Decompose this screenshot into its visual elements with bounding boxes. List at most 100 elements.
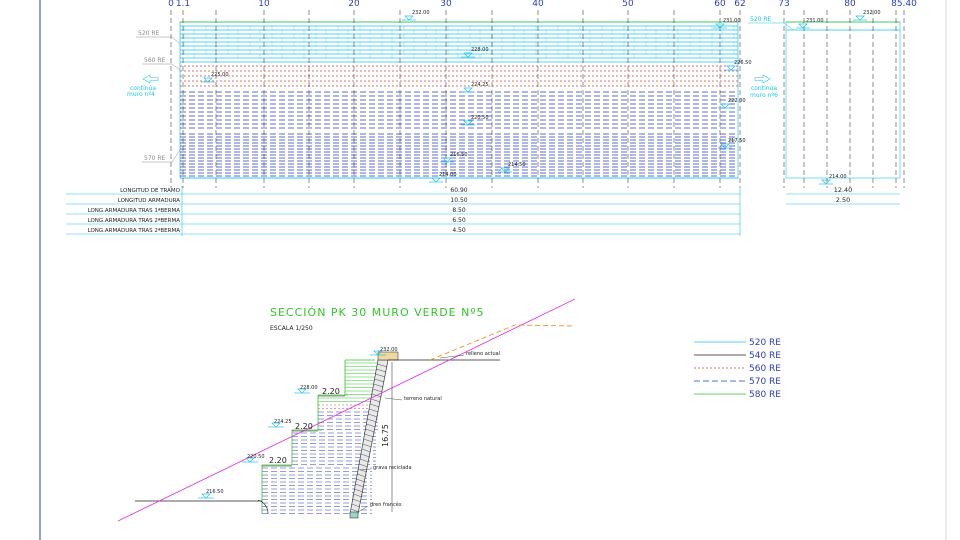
table-row-right-value: 2.50 (836, 196, 850, 204)
table-row-value: 10.50 (450, 197, 467, 204)
section-scale: ESCALA 1/250 (270, 325, 313, 332)
section-level-220: 220.50 (247, 454, 265, 460)
level-triangle-icon (442, 157, 452, 163)
level-label-l226_5: 226.50 (734, 60, 752, 66)
level-label-l220_5: 220.50 (471, 115, 489, 121)
station-label: 40 (532, 0, 544, 9)
station-label: 30 (440, 0, 452, 9)
table-row-label: LONG.ARMADURA TRAS 1ªBERMA (88, 207, 181, 214)
section-drawing (117, 298, 576, 522)
section-title: SECCIÓN PK 30 MURO VERDE Nº5 (270, 306, 485, 319)
section-level-216: 216.50 (206, 489, 224, 495)
level-triangle-icon (404, 15, 414, 21)
level-label-l214_5: 214.50 (508, 162, 526, 168)
station-label: 10 (258, 0, 270, 9)
line-legend: 520 RE 540 RE 560 RE 570 RE 580 RE (694, 338, 781, 400)
label-leader (384, 397, 403, 401)
elevation-layers (179, 21, 901, 179)
section-level-228: 228.00 (300, 385, 318, 391)
station-label: 85.40 (891, 0, 917, 9)
level-triangle-icon (798, 23, 808, 29)
level-label-l224_25: 224.25 (471, 82, 489, 88)
level-triangle-icon (855, 15, 865, 21)
level-triangle-icon (203, 77, 213, 83)
legend-label: 560 RE (749, 364, 781, 374)
level-triangle-icon (463, 120, 473, 126)
continua-right-line1: continúa (751, 85, 777, 92)
label-relleno-actual: relleno actual (466, 351, 500, 357)
level-label-l228: 228.00 (471, 47, 489, 53)
layer-label-520-text: 520 RE (138, 30, 160, 37)
level-label-l216_5: 216.50 (450, 152, 468, 158)
top-fill (377, 351, 399, 361)
level-label-l217_5: 217.50 (728, 138, 746, 144)
station-label: 80 (844, 0, 856, 9)
layer-label-520: 520 RE (136, 30, 181, 45)
layer-label-520-right: 520 RE (748, 16, 795, 31)
label-dren-frances: dren francés (370, 501, 402, 508)
level-label-l225: 225.00 (211, 72, 229, 78)
section-level-232: 232.00 (380, 347, 398, 353)
legend-label: 520 RE (749, 338, 781, 348)
layer-label-520-right-text: 520 RE (750, 16, 772, 23)
elevation-right-outline (785, 21, 901, 179)
table-row-value: 60.90 (450, 187, 467, 194)
legend-label: 570 RE (749, 377, 781, 387)
level-triangle-icon (821, 179, 831, 185)
drawing-canvas: 0 1.1 10 20 30 40 50 60 62 73 80 85.40 232.00 231.00… (39, 0, 947, 540)
continua-right: continúa muro nº6 (750, 74, 778, 99)
continua-left-line2: muro nº4 (127, 91, 155, 98)
legend-label: 540 RE (749, 351, 781, 361)
level-triangle-icon (463, 87, 473, 93)
level-label-r232: 232.00 (863, 10, 881, 16)
level-label-l232: 232.00 (412, 10, 430, 16)
table-row-value: 4.50 (452, 227, 466, 234)
layer-label-560-text: 560 RE (144, 57, 166, 64)
length-table: LONGITUD DE TRAMO 60.90 12.40 LONGITUD ARMA… (66, 186, 900, 236)
level-triangle-icon (720, 103, 730, 109)
level-triangle-icon (463, 52, 473, 58)
natural-terrain-line (117, 298, 576, 522)
level-triangle-icon (431, 177, 441, 183)
level-triangle-icon (726, 65, 736, 71)
station-label: 73 (778, 0, 789, 9)
table-row-value: 8.50 (452, 207, 466, 214)
legend-label: 580 RE (749, 390, 781, 400)
station-ruler: 0 1.1 10 20 30 40 50 60 62 73 80 85.40 (168, 0, 917, 9)
level-label-r214: 214.00 (829, 174, 847, 180)
continua-left: continúa muro nº4 (127, 74, 159, 98)
label-terreno-natural: terreno natural (404, 396, 442, 402)
slope-angle-arc (257, 499, 269, 515)
table-row-label: LONG.ARMADURA TRAS 2ªBERMA (88, 227, 181, 234)
wall-height: 16.75 (381, 424, 390, 447)
table-row-right-value: 12.40 (834, 186, 853, 194)
label-leader (439, 354, 465, 359)
french-drain (349, 511, 359, 519)
existing-fill-line (429, 324, 576, 361)
station-label: 62 (734, 0, 745, 9)
level-label-l231a: 231.00 (723, 18, 741, 24)
layer-label-570: 570 RE (142, 149, 181, 163)
section-level-224: 224.25 (274, 419, 292, 425)
berm-width-3: 2.20 (269, 456, 287, 465)
table-row-label: LONG.ARMADURA TRAS 2ªBERMA (88, 217, 181, 224)
station-label: 1.1 (176, 0, 190, 9)
berm-width-1: 2.20 (322, 387, 340, 396)
level-label-l222: 222.00 (728, 98, 746, 104)
berm-width-2: 2.20 (295, 422, 313, 431)
station-label: 0 (168, 0, 174, 9)
table-row-value: 6.50 (452, 217, 466, 224)
station-label: 60 (714, 0, 726, 9)
arrow-right-icon (754, 74, 771, 84)
level-label-r231: 231.00 (806, 18, 824, 24)
table-row-label: LONGITUD DE TRAMO (120, 188, 180, 194)
continua-right-line2: muro nº6 (750, 92, 778, 99)
level-label-l214: 214.00 (439, 172, 457, 178)
station-label: 50 (622, 0, 634, 9)
table-row-label: LONGITUD ARMADURA (118, 198, 181, 204)
arrow-left-icon (142, 74, 159, 84)
label-grava-reciclada: grava reciclada (373, 465, 412, 471)
layer-label-560: 560 RE (142, 57, 181, 71)
layer-label-570-text: 570 RE (144, 155, 166, 162)
station-label: 20 (348, 0, 360, 9)
